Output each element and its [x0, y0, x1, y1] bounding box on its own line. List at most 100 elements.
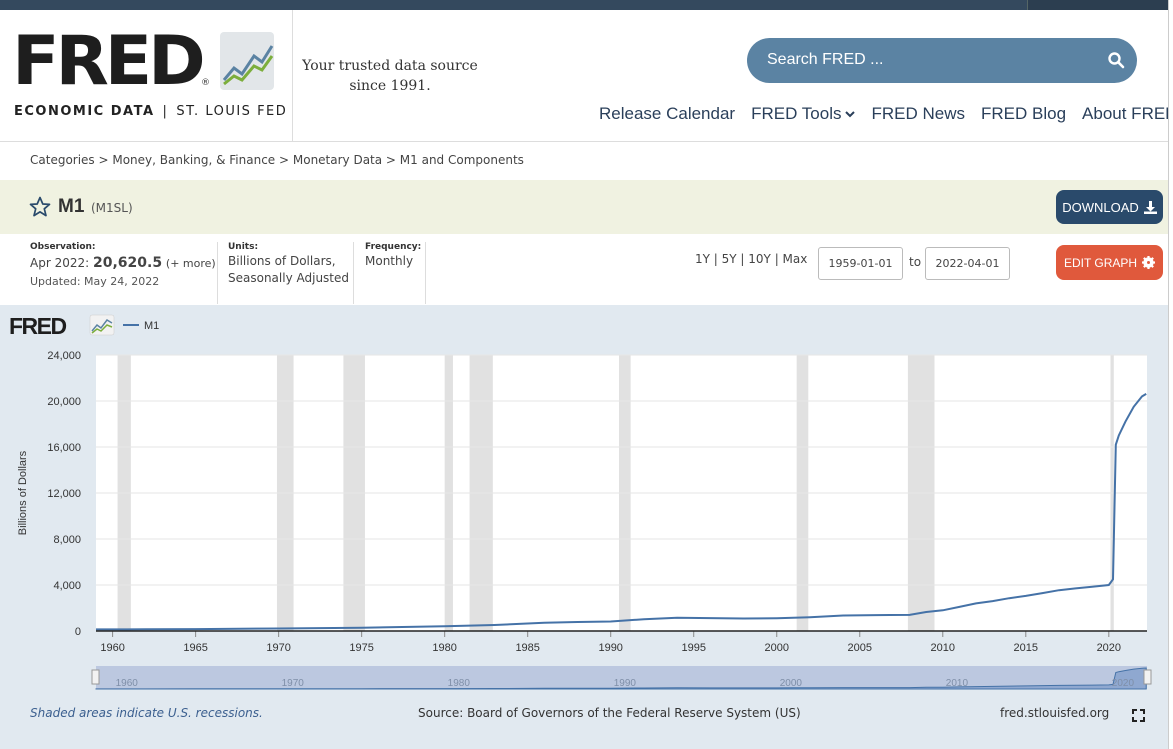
x-tick-label: 1995 [681, 642, 705, 654]
observation-line: Apr 2022: 20,620.5 (+ more) [30, 255, 217, 272]
series-metadata: Observation: Apr 2022: 20,620.5 (+ more)… [0, 234, 1173, 305]
navigator-year-label: 2000 [780, 678, 803, 689]
start-date-input[interactable]: 1959-01-01 [818, 247, 903, 280]
navigator-year-label: 2020 [1112, 678, 1135, 689]
to-label: to [909, 255, 922, 269]
fullscreen-icon[interactable] [1132, 709, 1145, 722]
observation-label: Observation: [30, 242, 96, 252]
legend-logo-graph-icon [89, 314, 115, 336]
site-header: FRED ® ECONOMIC DATA | ST. LOUIS FED Your … [0, 10, 1173, 142]
x-tick-label: 1980 [432, 642, 456, 654]
nav-label: FRED Tools [751, 104, 842, 123]
frequency-value: Monthly [365, 254, 414, 268]
download-button[interactable]: DOWNLOAD [1056, 190, 1163, 224]
navigator-year-label: 1990 [614, 678, 637, 689]
tagline: Your trusted data source since 1991. [302, 58, 478, 94]
main-nav: Release Calendar FRED Tools FRED News FR… [599, 102, 1173, 126]
fred-logo[interactable]: FRED ® ECONOMIC DATA | ST. LOUIS FED [0, 10, 293, 142]
legend: FRED M1 [9, 313, 159, 339]
logo-wordmark: FRED [12, 22, 206, 101]
star-icon[interactable] [29, 196, 51, 218]
recession-note: Shaded areas indicate U.S. recessions. [30, 706, 263, 720]
legend-label-m1: M1 [144, 320, 159, 332]
chevron-down-icon [845, 111, 856, 118]
y-tick-label: 20,000 [47, 396, 81, 408]
y-tick-label: 24,000 [47, 350, 81, 362]
end-date-input[interactable]: 2022-04-01 [925, 247, 1010, 280]
observation-date: Apr 2022: [30, 256, 90, 270]
x-tick-label: 1965 [183, 642, 207, 654]
navigator-year-label: 1980 [448, 678, 471, 689]
x-tick-label: 2005 [848, 642, 872, 654]
x-tick-label: 1985 [515, 642, 539, 654]
y-tick-label: 16,000 [47, 442, 81, 454]
m1-chart[interactable]: FRED M1 0 4,000 8,000 12,000 16,000 20,000 24,… [0, 305, 1168, 700]
window-scrollbar[interactable] [1168, 0, 1173, 749]
x-tick-label: 1970 [266, 642, 290, 654]
search-icon[interactable] [1107, 51, 1125, 69]
units-label: Units: [228, 242, 259, 252]
x-tick-label: 2000 [765, 642, 789, 654]
x-tick-label: 1960 [100, 642, 124, 654]
logo-sub-economic-data: ECONOMIC DATA [14, 104, 155, 119]
navigator-year-label: 1960 [116, 678, 139, 689]
frequency-block: Frequency: Monthly [365, 242, 426, 304]
nav-label: Release Calendar [599, 104, 736, 123]
logo-sub-separator: | [162, 104, 169, 119]
units-line-2: Seasonally Adjusted [228, 271, 350, 285]
nav-label: About FRED [1082, 104, 1173, 123]
series-id: (M1SL) [91, 201, 133, 215]
y-axis-label: Billions of Dollars [17, 450, 29, 535]
nav-release-calendar[interactable]: Release Calendar [599, 102, 735, 126]
download-label: DOWNLOAD [1062, 199, 1139, 215]
navigator-year-label: 1970 [282, 678, 305, 689]
logo-subtitle: ECONOMIC DATA | ST. LOUIS FED [14, 104, 287, 119]
y-tick-label: 12,000 [47, 488, 81, 500]
x-axis-ticks: 1960 1965 1970 1975 1980 1985 1990 1995 2000 2005… [100, 631, 1121, 654]
search-input[interactable] [767, 48, 1087, 72]
fred-url[interactable]: fred.stlouisfed.org [1000, 706, 1109, 720]
observation-more-link[interactable]: (+ more) [166, 257, 216, 270]
top-bar [0, 0, 1173, 10]
x-tick-label: 1990 [598, 642, 622, 654]
edit-graph-label: EDIT GRAPH [1063, 255, 1138, 270]
y-axis-ticks: 0 4,000 8,000 12,000 16,000 20,000 24,000 [47, 350, 81, 638]
nav-fred-news[interactable]: FRED News [871, 102, 965, 126]
x-tick-label: 2020 [1097, 642, 1121, 654]
navigator-year-label: 2010 [946, 678, 969, 689]
source-text: Source: Board of Governors of the Federa… [418, 706, 801, 720]
x-tick-label: 2010 [931, 642, 955, 654]
observation-block: Observation: Apr 2022: 20,620.5 (+ more)… [30, 242, 218, 304]
y-tick-label: 0 [75, 626, 81, 638]
nav-fred-tools[interactable]: FRED Tools [751, 102, 856, 126]
top-bar-segment [1027, 0, 1173, 10]
graph-panel: FRED M1 0 4,000 8,000 12,000 16,000 20,000 24,… [0, 305, 1173, 749]
frequency-label: Frequency: [365, 242, 422, 252]
logo-sub-stlouis: ST. LOUIS FED [176, 104, 288, 119]
navigator-left-handle[interactable] [91, 669, 100, 685]
navigator-right-handle[interactable] [1143, 669, 1152, 685]
units-line-1: Billions of Dollars, [228, 254, 336, 268]
gear-icon [1142, 256, 1156, 269]
x-tick-label: 1975 [349, 642, 373, 654]
nav-fred-blog[interactable]: FRED Blog [981, 102, 1066, 126]
logo-registered-mark: ® [201, 78, 210, 88]
edit-graph-button[interactable]: EDIT GRAPH [1056, 245, 1163, 280]
nav-about-fred[interactable]: About FRED [1082, 102, 1173, 126]
x-tick-label: 2015 [1014, 642, 1038, 654]
updated-date: Updated: May 24, 2022 [30, 275, 160, 288]
date-range-shortcuts[interactable]: 1Y | 5Y | 10Y | Max [695, 252, 807, 266]
legend-logo-text: FRED [9, 313, 67, 339]
nav-label: FRED News [871, 104, 965, 123]
range-navigator[interactable]: 1960 1970 1980 1990 2000 2010 2020 [91, 666, 1152, 690]
nav-label: FRED Blog [981, 104, 1067, 123]
y-tick-label: 8,000 [53, 534, 81, 546]
series-title-bar: M1 (M1SL) DOWNLOAD [0, 180, 1173, 234]
series-name: M1 [58, 196, 85, 217]
units-block: Units: Billions of Dollars, Seasonally A… [228, 242, 354, 304]
y-tick-label: 4,000 [53, 580, 81, 592]
breadcrumb[interactable]: Categories > Money, Banking, & Finance >… [30, 153, 524, 167]
logo-graph-icon [220, 32, 274, 90]
observation-value: 20,620.5 [92, 255, 163, 271]
search-box[interactable] [747, 38, 1137, 83]
